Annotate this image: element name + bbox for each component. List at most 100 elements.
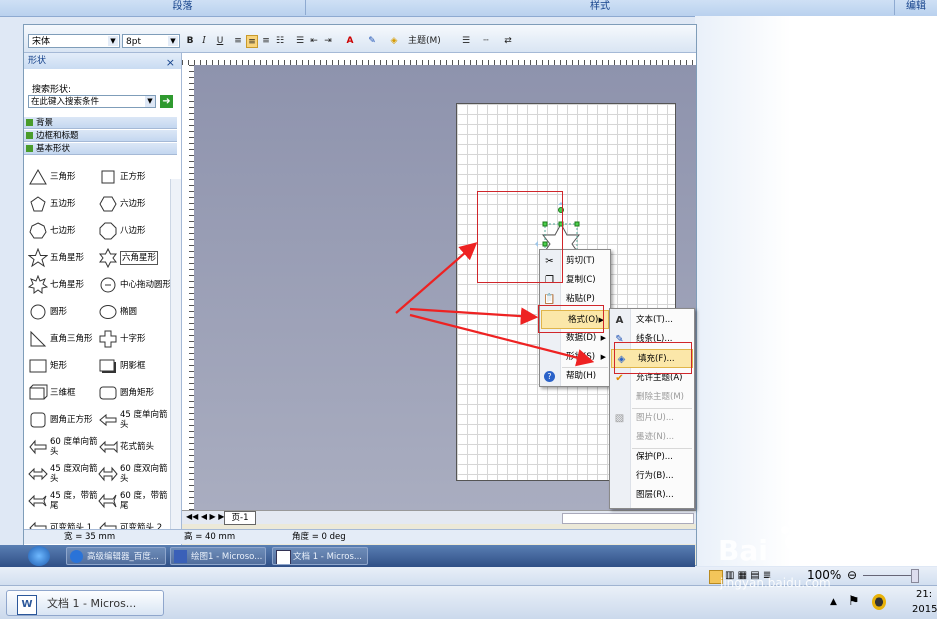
taskbar-item-word-doc[interactable]: W 文档 1 - Micros...: [6, 590, 164, 616]
line-weight-icon[interactable]: ☰: [460, 35, 472, 48]
shape-item[interactable]: 45 度，带箭尾: [28, 489, 102, 513]
word-document-background: [695, 16, 937, 566]
start-orb-icon[interactable]: [28, 546, 50, 566]
shapes-panel: 形状 × 搜索形状: 在此键入搜索条件 ▼ ➜ 背景 边框和标题 基本形状 三角…: [24, 53, 182, 553]
shape-item[interactable]: 三维框: [28, 381, 102, 405]
align-left-icon[interactable]: ≡: [232, 35, 244, 48]
visio-icon: [174, 550, 187, 563]
bullets-icon[interactable]: ☰: [294, 35, 306, 48]
square-icon: [101, 170, 115, 184]
shape-item[interactable]: 60 度双向箭头: [98, 462, 172, 486]
line-color-icon[interactable]: ✎: [366, 35, 378, 48]
shape-item[interactable]: 十字形: [98, 327, 172, 351]
shape-item[interactable]: 阴影框: [98, 354, 172, 378]
status-angle: 角度 = 0 deg: [292, 532, 346, 542]
shape-item[interactable]: 中心拖动圆形: [98, 273, 172, 297]
tray-up-icon[interactable]: ▲: [830, 597, 837, 607]
decrease-indent-icon[interactable]: ⇤: [308, 35, 320, 48]
shape-item[interactable]: 五边形: [28, 192, 102, 216]
shape-item[interactable]: 六边形: [98, 192, 172, 216]
category-borders-titles[interactable]: 边框和标题: [24, 130, 177, 142]
search-go-icon[interactable]: ➜: [160, 95, 173, 108]
status-height: 高 = 40 mm: [184, 532, 236, 542]
rounded-rect-icon: [99, 386, 117, 400]
arrow60-double-icon: [98, 466, 118, 482]
panel-scrollbar[interactable]: [170, 179, 181, 539]
format-toolbar: 宋体 ▼ 8pt ▼ B I U ≡ ≡ ≡ ☷ ☰ ⇤ ⇥ A ✎ ◈ 主题(…: [24, 25, 696, 53]
submenu-item-ink[interactable]: 墨迹(N)...: [610, 428, 694, 447]
page-tabs-bar: ◀◀ ◀ ▶ ▶▶ 页-1: [182, 510, 696, 525]
submenu-item-layer[interactable]: 图层(R)...: [610, 486, 694, 505]
fill-color-icon[interactable]: ◈: [388, 35, 400, 48]
shape-item[interactable]: 椭圆: [98, 300, 172, 324]
align-center-icon[interactable]: ≡: [246, 35, 258, 48]
arrow60-tail-icon: [98, 493, 117, 509]
rounded-square-icon: [30, 412, 46, 428]
chevron-down-icon[interactable]: ▼: [145, 96, 155, 107]
increase-indent-icon[interactable]: ⇥: [322, 35, 334, 48]
search-input[interactable]: 在此键入搜索条件: [28, 95, 156, 108]
clock-time: 21:: [916, 589, 933, 600]
shape-item[interactable]: 60 度单向箭头: [28, 435, 102, 459]
shape-item[interactable]: 七角星形: [28, 273, 102, 297]
shape-item[interactable]: 三角形: [28, 165, 102, 189]
shape-item[interactable]: 矩形: [28, 354, 102, 378]
shape-item[interactable]: 45 度双向箭头: [28, 462, 102, 486]
qq-icon[interactable]: [872, 594, 886, 610]
chevron-down-icon: ▼: [168, 36, 178, 46]
cross-icon: [99, 330, 117, 348]
taskbar-item-visio[interactable]: 绘图1 - Microso...: [170, 547, 266, 565]
theme-button[interactable]: 主题(M): [408, 35, 452, 48]
shape-item[interactable]: 花式箭头: [98, 435, 172, 459]
flag-icon[interactable]: ⚑: [848, 594, 860, 609]
line-pattern-icon[interactable]: ┄: [480, 35, 492, 48]
category-background[interactable]: 背景: [24, 117, 177, 129]
shape-item[interactable]: 60 度，带箭尾: [98, 489, 172, 513]
shape-item[interactable]: 圆角矩形: [98, 381, 172, 405]
word-ribbon-group-bar: 段落 样式 编辑: [0, 0, 937, 17]
submenu-item-protect[interactable]: 保护(P)...: [610, 448, 694, 467]
shape-item[interactable]: 正方形: [98, 165, 172, 189]
category-basic-shapes[interactable]: 基本形状: [24, 143, 177, 155]
submenu-item-text[interactable]: A 文本(T)...: [610, 311, 694, 330]
line-ends-icon[interactable]: ⇄: [502, 35, 514, 48]
pentagon-icon: [30, 196, 46, 212]
taskbar-item-word[interactable]: 文档 1 - Micros...: [272, 547, 368, 565]
inner-taskbar: 高级编辑器_百度... 绘图1 - Microso... 文档 1 - Micr…: [0, 545, 695, 567]
submenu-item-remove-theme[interactable]: 删除主题(M): [610, 388, 694, 407]
underline-button[interactable]: U: [214, 35, 226, 48]
bold-button[interactable]: B: [184, 35, 196, 48]
shape-item[interactable]: 圆形: [28, 300, 102, 324]
annotation-box-fill: [614, 342, 692, 374]
italic-button[interactable]: I: [198, 35, 210, 48]
watermark-brand2: du: [808, 534, 848, 567]
shape-item[interactable]: 六角星形: [98, 246, 172, 270]
shape-item[interactable]: 五角星形: [28, 246, 102, 270]
shape-item[interactable]: 七边形: [28, 219, 102, 243]
horizontal-scrollbar[interactable]: [562, 513, 694, 524]
ribbon-group-paragraph[interactable]: 段落: [60, 0, 306, 15]
annotation-arrows: [395, 242, 595, 367]
close-icon[interactable]: ×: [166, 55, 175, 71]
tab-page-1[interactable]: 页-1: [224, 511, 256, 525]
font-name-select[interactable]: 宋体 ▼: [28, 34, 120, 48]
taskbar-item-editor[interactable]: 高级编辑器_百度...: [66, 547, 166, 565]
ribbon-group-edit[interactable]: 编辑: [895, 0, 937, 15]
stencil-icon: [26, 132, 33, 139]
font-size-select[interactable]: 8pt ▼: [122, 34, 180, 48]
rectangle-icon: [29, 359, 47, 373]
align-right-icon[interactable]: ≡: [260, 35, 272, 48]
distribute-icon[interactable]: ☷: [274, 35, 286, 48]
shape-item[interactable]: 八边形: [98, 219, 172, 243]
shape-item[interactable]: 直角三角形: [28, 327, 102, 351]
ribbon-group-style[interactable]: 样式: [306, 0, 895, 15]
font-color-icon[interactable]: A: [344, 35, 356, 48]
center-drag-circle-icon: [100, 277, 116, 293]
submenu-item-behavior[interactable]: 行为(B)...: [610, 467, 694, 486]
submenu-item-picture[interactable]: ▧ 图片(U)...: [610, 409, 694, 428]
picture-icon: ▧: [614, 413, 625, 424]
shape-item[interactable]: 圆角正方形: [28, 408, 102, 432]
ellipse-icon: [99, 305, 117, 319]
stencil-icon: [26, 145, 33, 152]
shape-item[interactable]: 45 度单向箭头: [98, 408, 172, 432]
